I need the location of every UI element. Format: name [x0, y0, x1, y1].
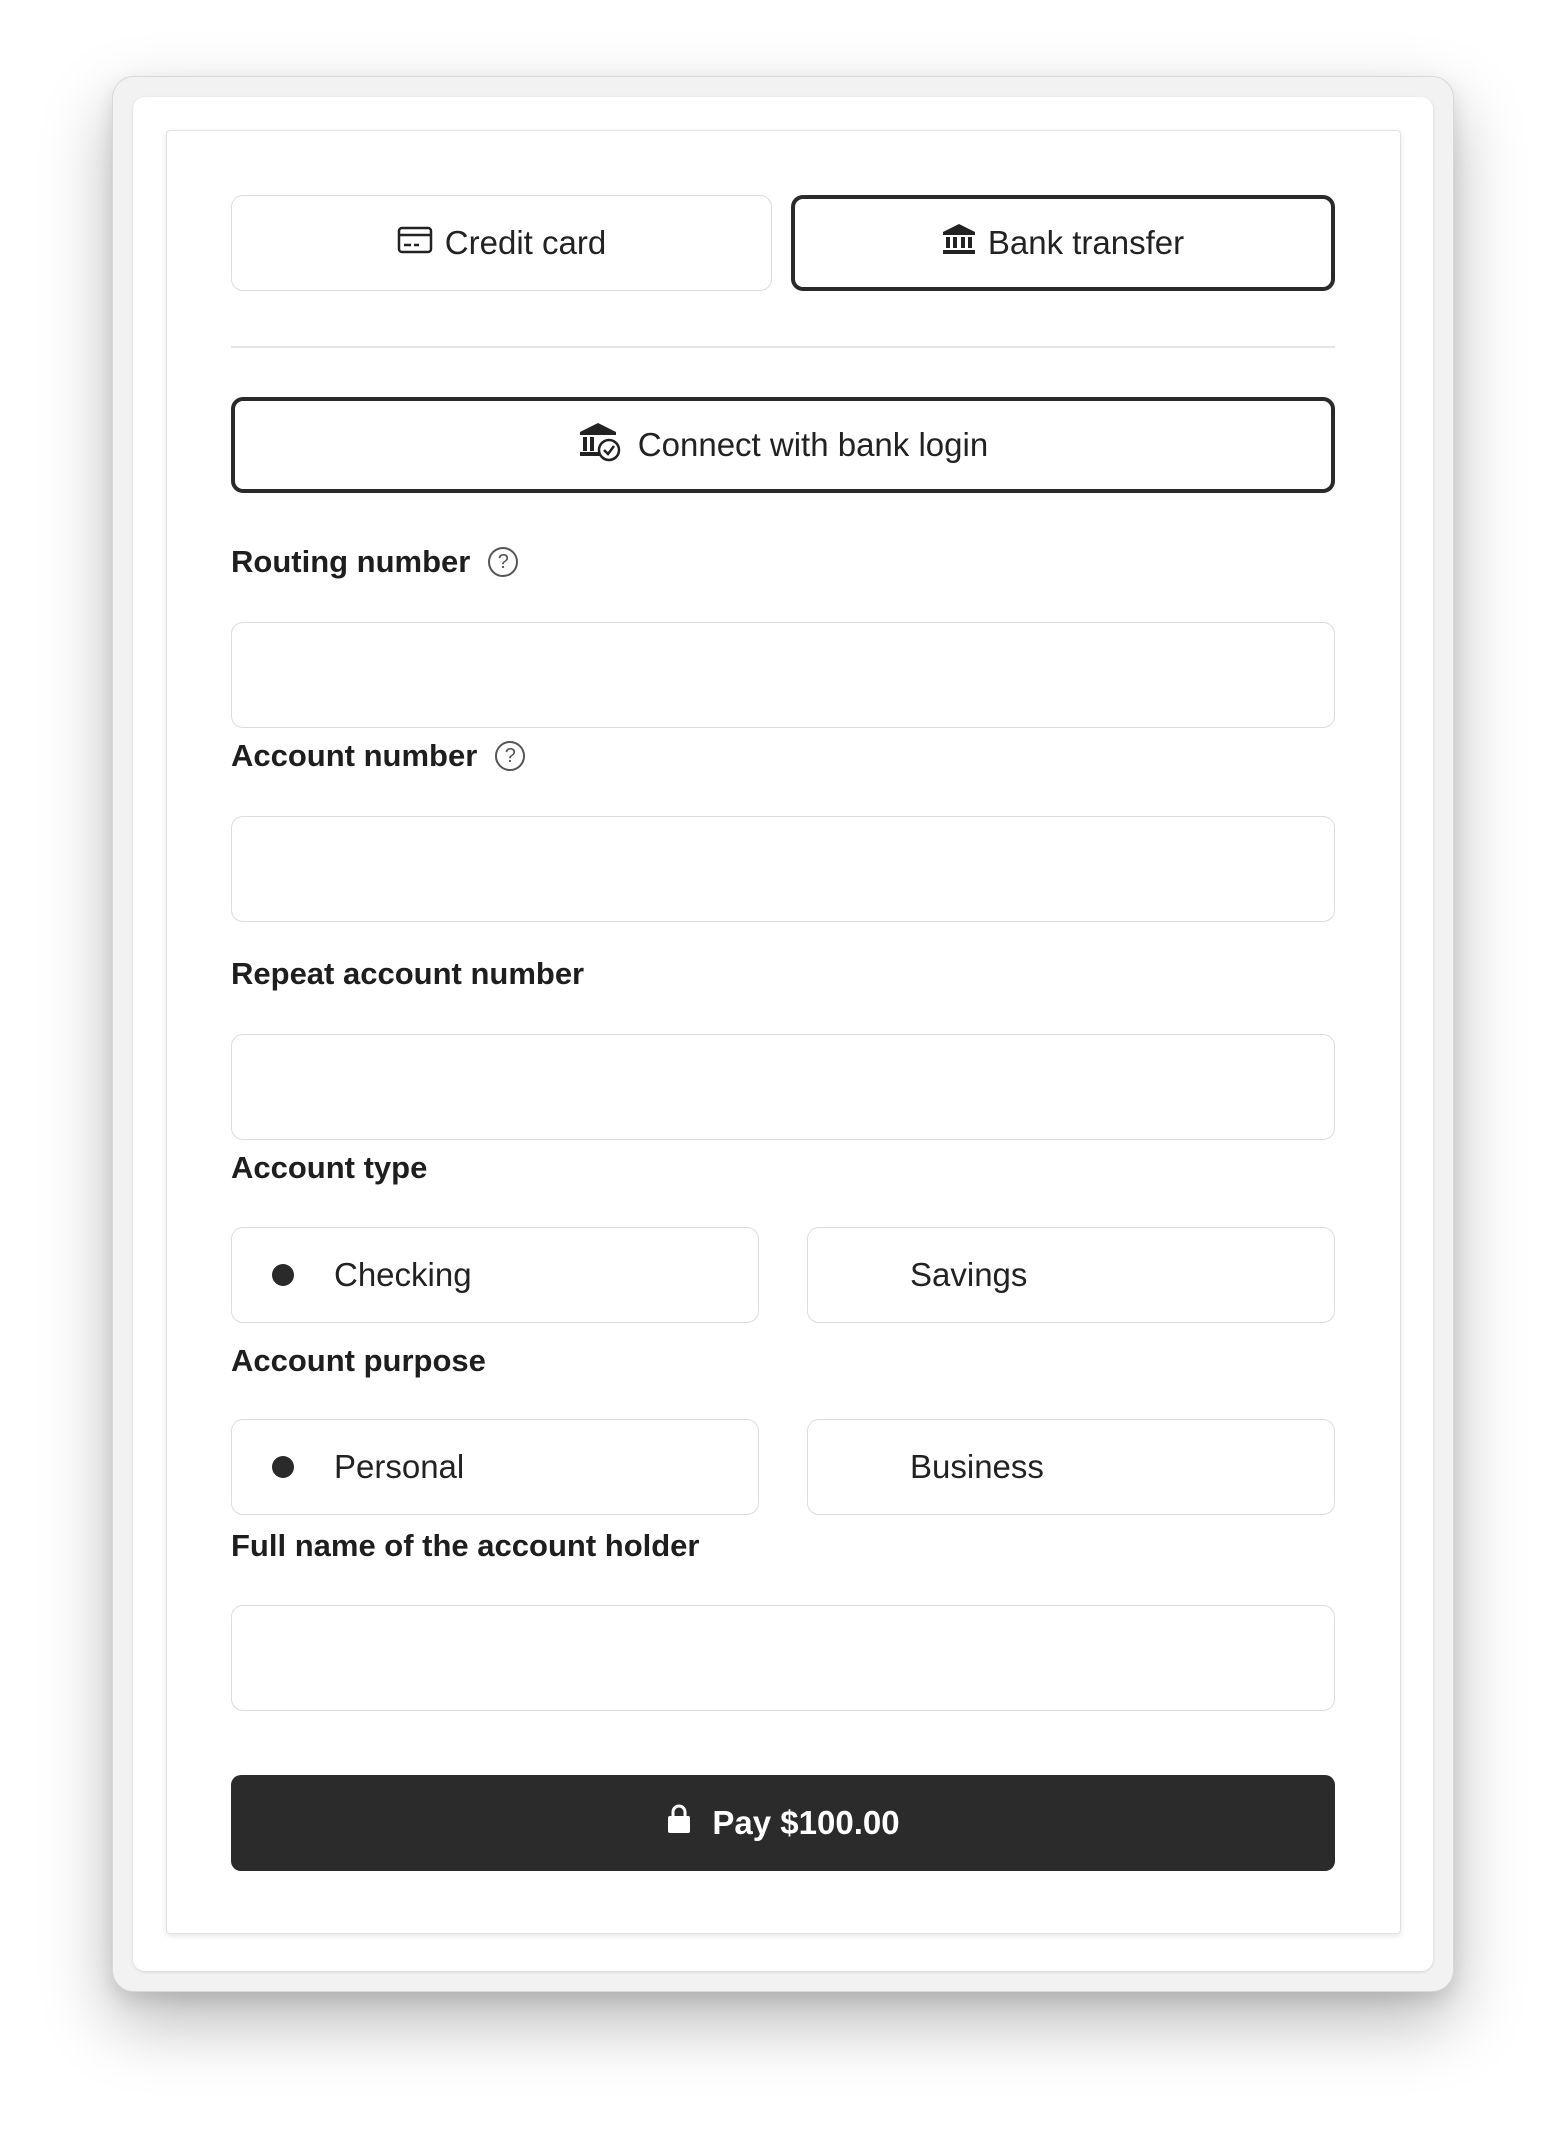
routing-number-label-row: Routing number ?	[231, 540, 519, 584]
account-purpose-personal[interactable]: Personal	[231, 1419, 759, 1515]
lock-icon	[666, 1804, 692, 1842]
routing-help-icon[interactable]: ?	[488, 547, 519, 577]
repeat-account-number-label-row: Repeat account number	[231, 952, 584, 996]
routing-number-input[interactable]	[231, 622, 1335, 728]
connect-bank-login-label: Connect with bank login	[637, 426, 989, 463]
radio-unselected-dot	[848, 1264, 870, 1286]
account-type-label: Account type	[231, 1150, 428, 1185]
routing-number-label: Routing number	[231, 544, 471, 579]
connect-bank-login-button[interactable]: Connect with bank login	[231, 397, 1335, 493]
account-purpose-label-row: Account purpose	[231, 1339, 486, 1383]
radio-selected-dot	[272, 1264, 294, 1286]
account-type-label-row: Account type	[231, 1146, 427, 1190]
account-purpose-business[interactable]: Business	[807, 1419, 1335, 1515]
tab-credit-card-label: Credit card	[444, 224, 607, 261]
account-purpose-business-label: Business	[910, 1448, 1044, 1485]
app-window: Credit card Bank transfer Connect with b…	[112, 76, 1454, 1992]
repeat-account-number-label: Repeat account number	[231, 956, 585, 991]
tab-credit-card[interactable]: Credit card	[231, 195, 772, 291]
payment-form-card: Credit card Bank transfer Connect with b…	[166, 130, 1401, 1934]
account-number-input[interactable]	[231, 816, 1335, 922]
divider	[231, 346, 1335, 348]
account-purpose-personal-label: Personal	[334, 1448, 465, 1485]
bank-icon	[942, 223, 976, 263]
account-type-savings-label: Savings	[910, 1256, 1028, 1293]
account-number-label-row: Account number ?	[231, 734, 526, 778]
bank-check-icon	[578, 419, 622, 471]
account-help-icon[interactable]: ?	[495, 741, 526, 771]
window-content: Credit card Bank transfer Connect with b…	[133, 97, 1433, 1971]
repeat-account-number-input[interactable]	[231, 1034, 1335, 1140]
holder-name-label-row: Full name of the account holder	[231, 1524, 699, 1568]
account-number-label: Account number	[231, 738, 478, 773]
tab-bank-transfer[interactable]: Bank transfer	[791, 195, 1335, 291]
tab-bank-transfer-label: Bank transfer	[987, 224, 1185, 261]
radio-unselected-dot	[848, 1456, 870, 1478]
account-type-checking-label: Checking	[334, 1256, 472, 1293]
account-type-savings[interactable]: Savings	[807, 1227, 1335, 1323]
credit-card-icon	[397, 224, 433, 262]
pay-button[interactable]: Pay $100.00	[231, 1775, 1335, 1871]
holder-name-input[interactable]	[231, 1605, 1335, 1711]
account-type-checking[interactable]: Checking	[231, 1227, 759, 1323]
account-purpose-label: Account purpose	[231, 1343, 486, 1378]
pay-button-label: Pay $100.00	[712, 1804, 900, 1841]
radio-selected-dot	[272, 1456, 294, 1478]
holder-name-label: Full name of the account holder	[231, 1528, 700, 1563]
